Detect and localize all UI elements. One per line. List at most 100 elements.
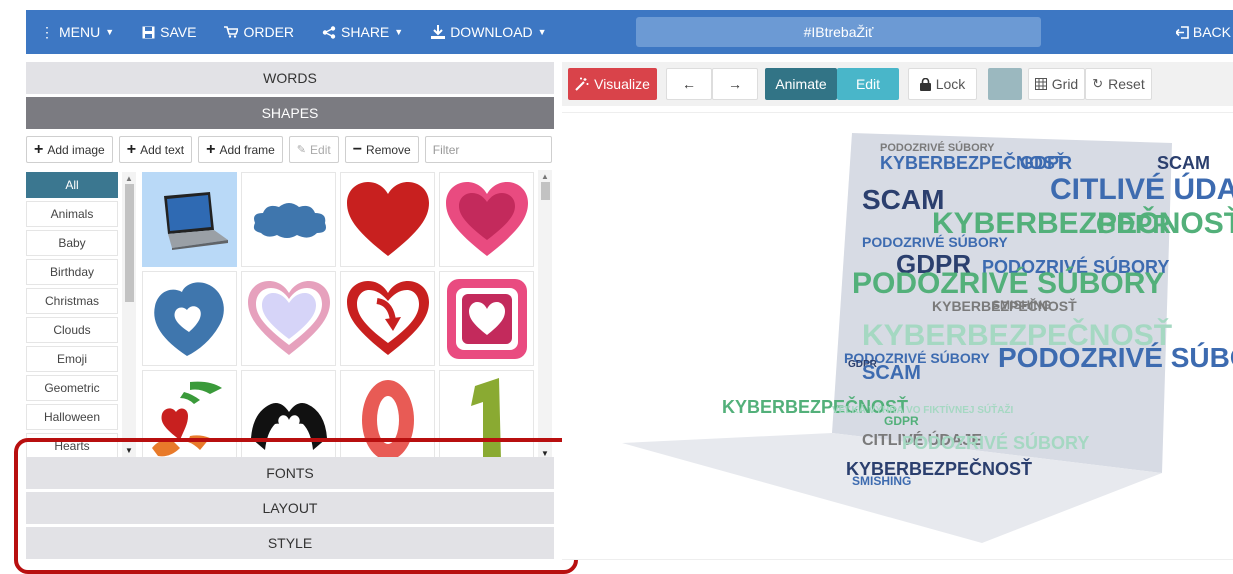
download-label: DOWNLOAD: [450, 24, 533, 40]
wordcloud-word: CITLIVÉ ÚDAJE: [1050, 172, 1233, 206]
share-icon: [322, 25, 336, 39]
words-section-header[interactable]: WORDS: [26, 62, 554, 94]
visualize-label: Visualize: [594, 76, 650, 92]
cloud-title-input[interactable]: #IBtrebaŽiť: [636, 17, 1041, 47]
edit-mode-label: Edit: [855, 76, 881, 92]
magic-wand-icon: [575, 77, 589, 91]
minus-icon: −: [352, 140, 363, 158]
remove-shape-label: Remove: [366, 142, 411, 157]
canvas-toolbar: Visualize ← → Animate Edit Lock Grid ↻ R…: [562, 62, 1233, 106]
category-item[interactable]: Baby: [26, 230, 118, 256]
arrow-left-icon: ←: [682, 76, 696, 92]
save-button[interactable]: SAVE: [128, 10, 210, 54]
square-heart-shape[interactable]: [439, 271, 534, 366]
visualize-button[interactable]: Visualize: [568, 68, 657, 100]
caret-down-icon: ▼: [394, 27, 404, 37]
category-item[interactable]: Birthday: [26, 259, 118, 285]
blue-heart-shape[interactable]: [142, 271, 237, 366]
highlight-frame: [14, 438, 578, 574]
scroll-up-icon: ▲: [541, 172, 549, 181]
save-label: SAVE: [160, 24, 197, 40]
add-frame-button[interactable]: + Add frame: [198, 136, 283, 163]
undo-button[interactable]: ←: [666, 68, 712, 100]
add-image-label: Add image: [47, 142, 105, 157]
wordcloud-word: VEĽKÁ VÝHRA VO FIKTÍVNEJ SÚŤAŽI: [832, 403, 1014, 416]
edit-shape-button[interactable]: ✎ Edit: [288, 136, 339, 163]
wordcloud-word: PODOZRIVÉ SÚBORY: [852, 266, 1164, 300]
shape-grid-scrollbar[interactable]: ▲ ▼: [538, 170, 552, 460]
top-toolbar: ⋮ MENU ▼ SAVE ORDER SHARE ▼ DOWNLOAD ▼ #…: [26, 10, 1233, 54]
laptop-image[interactable]: [142, 172, 237, 267]
add-frame-label: Add frame: [219, 142, 275, 157]
download-button[interactable]: DOWNLOAD ▼: [417, 10, 560, 54]
color-swatch-button[interactable]: [988, 68, 1022, 100]
wordcloud-word: GDPR: [884, 414, 919, 428]
pink-heart-shape[interactable]: [439, 172, 534, 267]
plus-icon: +: [206, 140, 216, 158]
wordcloud-word: SMISHING: [852, 474, 911, 488]
redo-button[interactable]: →: [712, 68, 758, 100]
share-button[interactable]: SHARE ▼: [308, 10, 417, 54]
edit-mode-button[interactable]: Edit: [837, 68, 899, 100]
vertical-dots-icon: ⋮: [40, 23, 54, 40]
lock-icon: [919, 77, 931, 91]
filter-input[interactable]: Filter: [424, 136, 552, 163]
reset-button[interactable]: ↻ Reset: [1085, 68, 1152, 100]
wordcloud-word: SCAM: [1157, 153, 1210, 173]
wordcloud-word: GDPR: [1020, 153, 1072, 173]
category-list: All Animals Baby Birthday Christmas Clou…: [26, 172, 122, 457]
wordcloud-canvas[interactable]: PODOZRIVÉ SÚBORY KYBERBEZPEČNOSŤ GDPR SCAM S…: [562, 112, 1233, 560]
sign-out-icon: [1175, 25, 1189, 39]
refresh-icon: ↻: [1092, 76, 1104, 91]
menu-label: MENU: [59, 24, 101, 40]
reset-label: Reset: [1108, 76, 1145, 92]
shape-grid: [140, 170, 538, 460]
edit-shape-label: Edit: [310, 142, 331, 157]
lock-button[interactable]: Lock: [908, 68, 977, 100]
remove-shape-button[interactable]: − Remove: [344, 136, 419, 163]
floppy-disk-icon: [142, 26, 155, 38]
wordcloud-word: SMISHING: [992, 298, 1051, 312]
category-item[interactable]: All: [26, 172, 118, 198]
wordcloud-word: SCAM: [862, 362, 921, 384]
grid-icon: [1034, 78, 1047, 90]
add-image-button[interactable]: + Add image: [26, 136, 113, 163]
grid-label: Grid: [1051, 76, 1079, 92]
outlined-pink-heart-shape[interactable]: [241, 271, 336, 366]
wordcloud-word: PODOZRIVÉ SÚBORY: [998, 342, 1233, 373]
grid-button[interactable]: Grid: [1028, 68, 1085, 100]
scroll-up-icon: ▲: [125, 174, 133, 183]
order-button[interactable]: ORDER: [210, 10, 308, 54]
category-item[interactable]: Halloween: [26, 404, 118, 430]
cloud-shape[interactable]: [241, 172, 336, 267]
category-item[interactable]: Christmas: [26, 288, 118, 314]
add-text-label: Add text: [140, 142, 185, 157]
share-label: SHARE: [341, 24, 390, 40]
category-scrollbar[interactable]: ▲ ▼: [122, 172, 136, 457]
back-label: BACK: [1192, 24, 1231, 40]
shapes-section-header[interactable]: SHAPES: [26, 97, 554, 129]
wordcloud-word: PODOZRIVÉ SÚBORY: [902, 432, 1089, 453]
pencil-icon: ✎: [296, 144, 307, 156]
category-item[interactable]: Geometric: [26, 375, 118, 401]
wordcloud-drawing: PODOZRIVÉ SÚBORYKYBERBEZPEČNOSŤGDPR SCAMS…: [622, 133, 1233, 543]
animate-button[interactable]: Animate: [765, 68, 837, 100]
add-text-button[interactable]: + Add text: [118, 136, 193, 163]
category-item[interactable]: Clouds: [26, 317, 118, 343]
category-item[interactable]: Emoji: [26, 346, 118, 372]
shape-toolbar: + Add image + Add text + Add frame ✎ Edit − R…: [26, 136, 554, 164]
download-icon: [431, 25, 446, 39]
arrow-right-icon: →: [728, 76, 742, 92]
caret-down-icon: ▼: [105, 27, 115, 37]
category-scroll-thumb[interactable]: [125, 184, 134, 302]
red-heart-shape[interactable]: [340, 172, 435, 267]
menu-button[interactable]: ⋮ MENU ▼: [26, 10, 128, 54]
plus-icon: +: [34, 140, 44, 158]
shape-grid-scroll-thumb[interactable]: [541, 182, 550, 200]
back-button[interactable]: BACK: [1175, 10, 1233, 54]
plus-icon: +: [126, 140, 137, 158]
cart-icon: [224, 26, 239, 38]
heart-arrow-shape[interactable]: [340, 271, 435, 366]
animate-label: Animate: [775, 76, 827, 92]
category-item[interactable]: Animals: [26, 201, 118, 227]
